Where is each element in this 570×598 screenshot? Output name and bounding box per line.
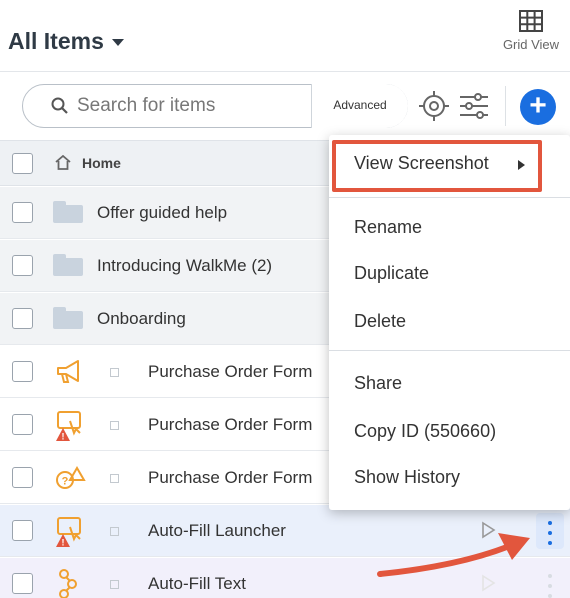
play-icon[interactable] (480, 574, 496, 592)
smarttip-warning-icon: ? (56, 466, 86, 489)
row-checkbox[interactable] (12, 520, 33, 541)
list-item[interactable]: ! Auto-Fill Launcher (0, 505, 570, 557)
toolbar: Advanced + (0, 72, 570, 140)
chevron-down-icon (111, 39, 124, 47)
menu-item-duplicate[interactable]: Duplicate (354, 263, 429, 284)
home-icon (55, 155, 71, 170)
folder-icon (53, 201, 83, 223)
menu-item-rename[interactable]: Rename (354, 217, 422, 238)
more-options-button[interactable] (536, 566, 564, 598)
menu-item-delete[interactable]: Delete (354, 311, 406, 332)
svg-text:!: ! (62, 432, 65, 442)
menu-item-copy-id[interactable]: Copy ID (550660) (354, 421, 496, 442)
plus-icon: + (529, 89, 547, 122)
item-status-square (110, 474, 119, 483)
header: All Items Grid View (0, 0, 570, 72)
item-label: Purchase Order Form (148, 415, 313, 434)
item-status-square (110, 580, 119, 589)
breadcrumb-home[interactable]: Home (82, 155, 121, 171)
locate-icon[interactable] (418, 90, 450, 122)
grid-icon (519, 10, 543, 32)
filter-icon[interactable] (458, 91, 490, 121)
page-title-text: All Items (8, 28, 104, 54)
menu-item-show-history[interactable]: Show History (354, 467, 460, 488)
row-checkbox[interactable] (12, 467, 33, 488)
folder-label: Introducing WalkMe (2) (97, 256, 273, 275)
row-checkbox[interactable] (12, 202, 33, 223)
annotation-highlight-box (332, 140, 542, 192)
row-checkbox[interactable] (12, 308, 33, 329)
search-input[interactable] (77, 93, 307, 119)
menu-item-share[interactable]: Share (354, 373, 402, 394)
menu-divider (329, 197, 570, 198)
item-status-square (110, 527, 119, 536)
menu-divider (329, 350, 570, 351)
folder-icon (53, 307, 83, 329)
item-label: Purchase Order Form (148, 362, 313, 381)
svg-text:!: ! (62, 538, 65, 548)
row-checkbox[interactable] (12, 255, 33, 276)
search-box: Advanced (22, 84, 408, 128)
list-item[interactable]: Auto-Fill Text (0, 558, 570, 598)
svg-text:?: ? (62, 476, 69, 488)
flow-icon (59, 569, 77, 598)
folder-label: Offer guided help (97, 203, 228, 222)
context-menu: View Screenshot Rename Duplicate Delete … (329, 135, 570, 510)
toolbar-divider (505, 86, 506, 126)
item-status-square (110, 368, 119, 377)
item-label: Auto-Fill Launcher (148, 521, 286, 540)
grid-view-button[interactable]: Grid View (496, 10, 566, 52)
more-options-button[interactable] (536, 513, 564, 549)
search-icon (51, 97, 68, 114)
launcher-warning-icon: ! (56, 411, 81, 442)
folder-icon (53, 254, 83, 276)
row-checkbox[interactable] (12, 361, 33, 382)
play-icon[interactable] (480, 521, 496, 539)
item-label: Auto-Fill Text (148, 574, 246, 593)
grid-view-label: Grid View (502, 37, 560, 52)
row-checkbox[interactable] (12, 414, 33, 435)
item-status-square (110, 421, 119, 430)
row-checkbox[interactable] (12, 573, 33, 594)
megaphone-icon (57, 360, 79, 383)
select-all-checkbox[interactable] (12, 153, 33, 174)
launcher-warning-icon: ! (56, 517, 81, 548)
folder-label: Onboarding (97, 309, 186, 328)
advanced-search-button[interactable]: Advanced (311, 84, 408, 128)
page-title[interactable]: All Items (8, 28, 124, 55)
item-label: Purchase Order Form (148, 468, 313, 487)
add-item-button[interactable]: + (520, 89, 556, 125)
